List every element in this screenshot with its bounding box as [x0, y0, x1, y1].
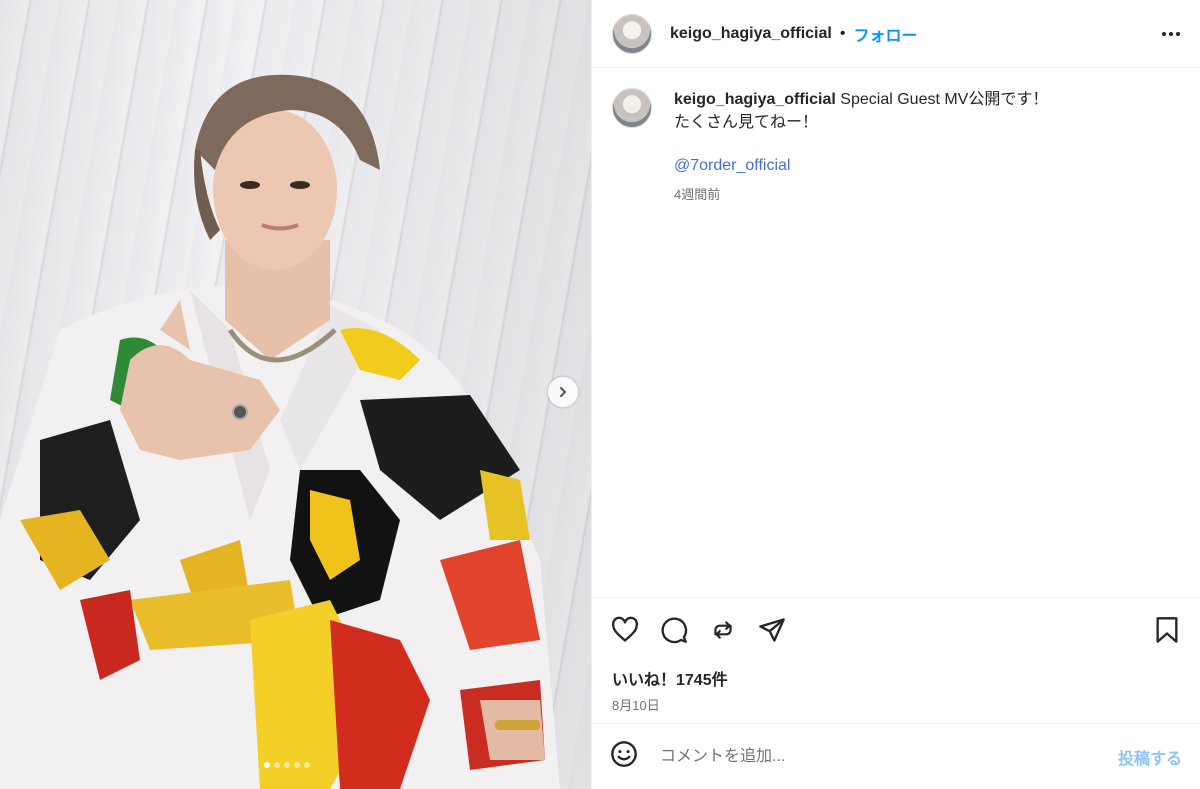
share-button[interactable]: [757, 615, 787, 645]
time-ago[interactable]: 4週間前: [674, 183, 1048, 206]
chevron-right-icon: [560, 387, 567, 397]
man-in-patterned-shirt-photo: [0, 74, 560, 789]
separator-bullet: •: [839, 24, 846, 42]
follow-button[interactable]: フォロー: [853, 22, 917, 46]
save-button[interactable]: [1152, 615, 1182, 645]
post-date[interactable]: 8月10日: [592, 695, 1200, 714]
slide-indicator: [264, 762, 310, 768]
slide-dot: [264, 762, 270, 768]
heart-icon: [612, 616, 638, 642]
comment-bar: 投稿する: [592, 723, 1200, 789]
caption-avatar[interactable]: [612, 88, 652, 128]
slide-dot: [304, 762, 310, 768]
emoji-icon: [611, 741, 637, 767]
post-panel: keigo_hagiya_official • フォロー keigo_hagiy…: [591, 0, 1200, 789]
avatar[interactable]: [612, 13, 652, 54]
like-count[interactable]: いいね！1745件: [592, 666, 1200, 690]
caption: keigo_hagiya_official Special Guest MV公開…: [592, 68, 1200, 206]
caption-text-line2: たくさん見てねー！: [674, 114, 819, 131]
repost-button[interactable]: [708, 615, 738, 645]
like-button[interactable]: [610, 615, 640, 645]
post-media[interactable]: [0, 0, 591, 789]
next-slide-button[interactable]: [548, 377, 578, 407]
share-icon: [759, 618, 785, 642]
action-bar: [592, 598, 1200, 648]
caption-text-line1: Special Guest MV公開です！: [840, 91, 1049, 108]
slide-dot: [284, 762, 290, 768]
slide-dot: [274, 762, 280, 768]
caption-username[interactable]: keigo_hagiya_official: [674, 91, 836, 108]
comment-icon: [661, 617, 688, 644]
bookmark-icon: [1156, 617, 1178, 643]
comment-button[interactable]: [659, 615, 689, 645]
post-header: keigo_hagiya_official • フォロー: [592, 0, 1200, 68]
post-comment-button[interactable]: 投稿する: [1118, 745, 1182, 769]
repost-icon: [714, 621, 732, 639]
comment-input[interactable]: [658, 746, 1118, 767]
mention-link[interactable]: @7order_official: [674, 154, 1048, 177]
slide-dot: [294, 762, 300, 768]
username[interactable]: keigo_hagiya_official: [670, 25, 832, 43]
more-options-icon[interactable]: [1162, 31, 1180, 36]
emoji-button[interactable]: [610, 740, 638, 773]
actions-area: いいね！1745件 8月10日: [592, 597, 1200, 714]
